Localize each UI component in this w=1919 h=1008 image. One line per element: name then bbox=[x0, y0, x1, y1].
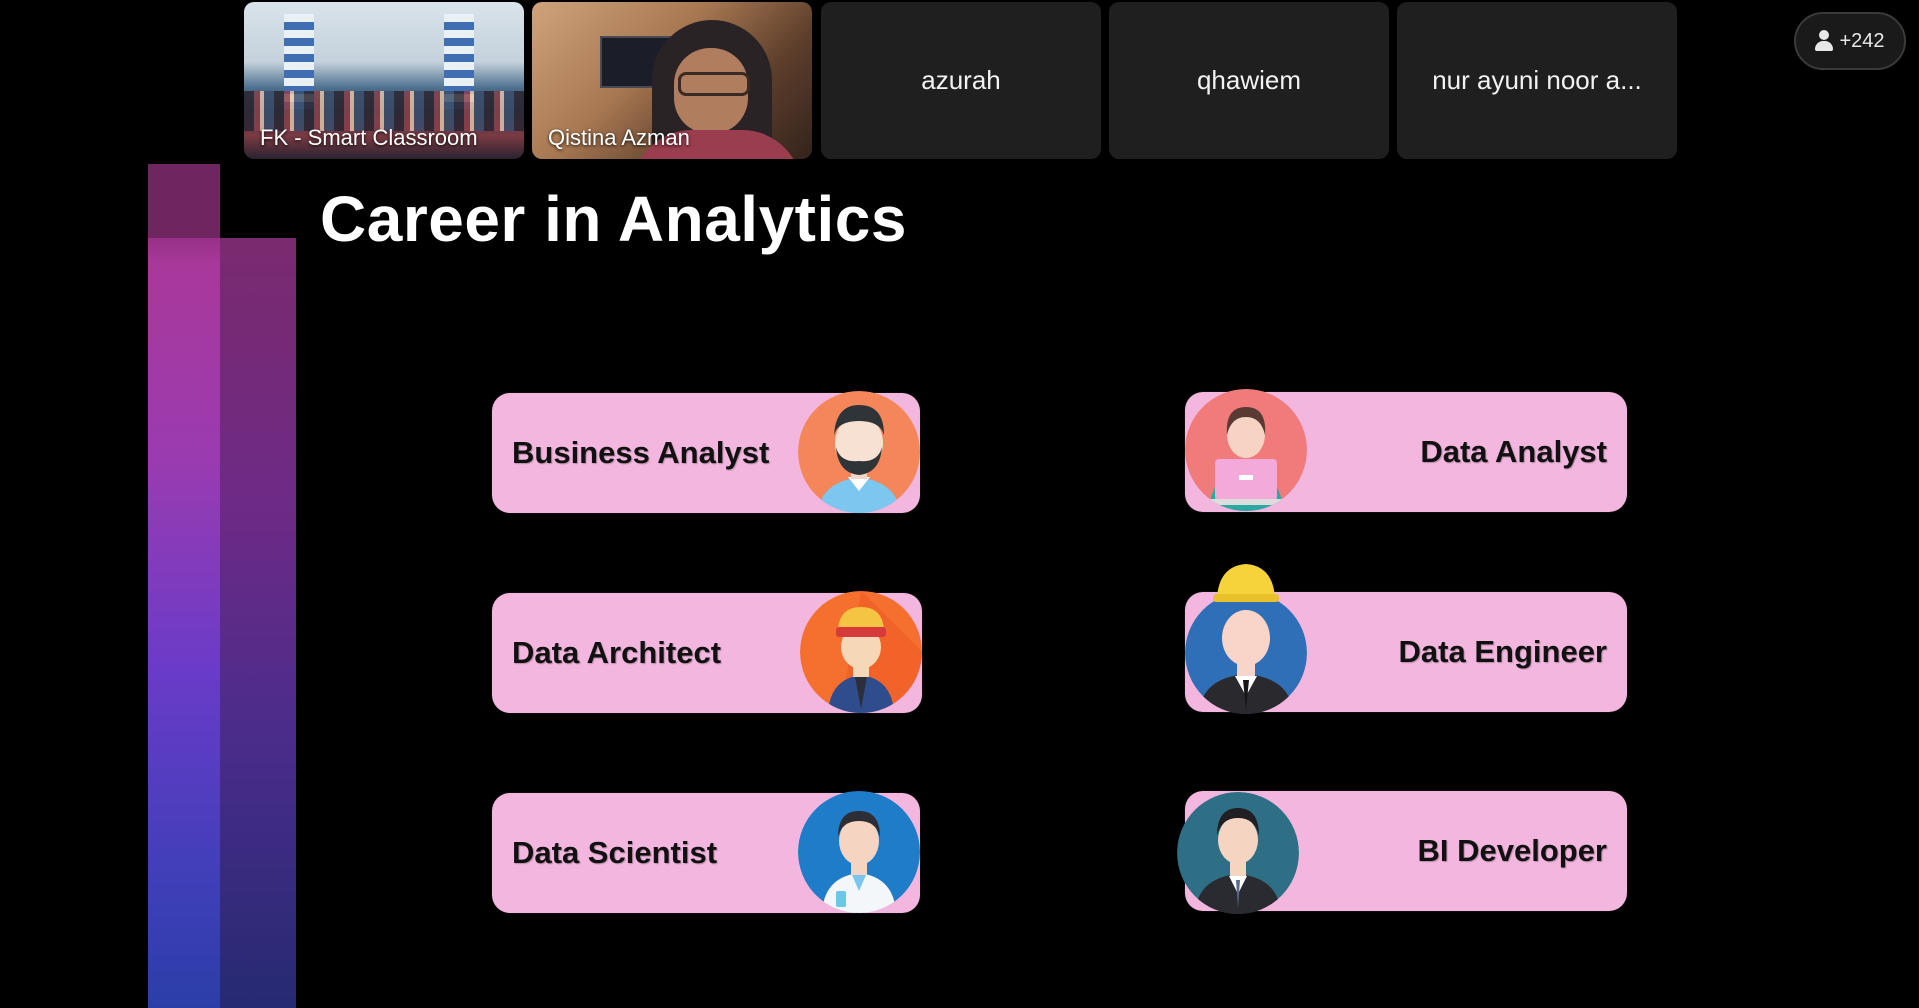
career-label: Data Architect bbox=[512, 635, 722, 670]
person-icon bbox=[1815, 30, 1834, 52]
career-card-business-analyst: Business Analyst bbox=[492, 391, 920, 513]
data-architect-avatar-icon bbox=[800, 591, 922, 713]
participant-tile-nur-ayuni[interactable]: nur ayuni noor a... bbox=[1397, 2, 1677, 159]
hard-hat-icon bbox=[1213, 564, 1279, 602]
data-scientist-avatar-icon bbox=[798, 791, 920, 913]
decorative-bar bbox=[148, 164, 220, 1008]
career-label: BI Developer bbox=[1417, 833, 1607, 868]
career-label: Business Analyst bbox=[512, 435, 770, 470]
participants-count: +242 bbox=[1839, 29, 1885, 52]
participant-tile-azurah[interactable]: azurah bbox=[821, 2, 1101, 159]
career-card-bi-developer: BI Developer bbox=[1177, 791, 1627, 914]
business-analyst-avatar-icon bbox=[798, 391, 920, 513]
participant-name: qhawiem bbox=[1196, 65, 1302, 95]
participant-tile-qhawiem[interactable]: qhawiem bbox=[1109, 2, 1389, 159]
video-tile-smart-classroom[interactable]: FK - Smart Classroom bbox=[244, 2, 524, 159]
speaker-glasses bbox=[678, 72, 750, 96]
participant-name: azurah bbox=[921, 65, 1001, 95]
data-engineer-avatar-icon bbox=[1185, 592, 1307, 714]
career-label: Data Analyst bbox=[1420, 434, 1607, 469]
career-card-data-scientist: Data Scientist bbox=[492, 791, 920, 913]
career-card-data-architect: Data Architect bbox=[492, 591, 922, 713]
decorative-bar bbox=[220, 238, 296, 1008]
career-card-data-engineer: Data Engineer bbox=[1185, 564, 1627, 714]
participants-count-button[interactable]: +242 bbox=[1794, 12, 1906, 70]
career-label: Data Scientist bbox=[512, 835, 718, 870]
participant-name: nur ayuni noor a... bbox=[1432, 65, 1642, 95]
participant-name-label: FK - Smart Classroom bbox=[260, 125, 478, 150]
slide-title: Career in Analytics bbox=[320, 183, 907, 255]
video-tile-qistina-azman[interactable]: Qistina Azman bbox=[532, 2, 812, 159]
data-analyst-avatar-icon bbox=[1185, 389, 1307, 511]
career-card-data-analyst: Data Analyst bbox=[1185, 389, 1627, 512]
career-label: Data Engineer bbox=[1398, 634, 1607, 669]
bi-developer-avatar-icon bbox=[1177, 792, 1299, 914]
participant-name-label: Qistina Azman bbox=[548, 125, 690, 150]
